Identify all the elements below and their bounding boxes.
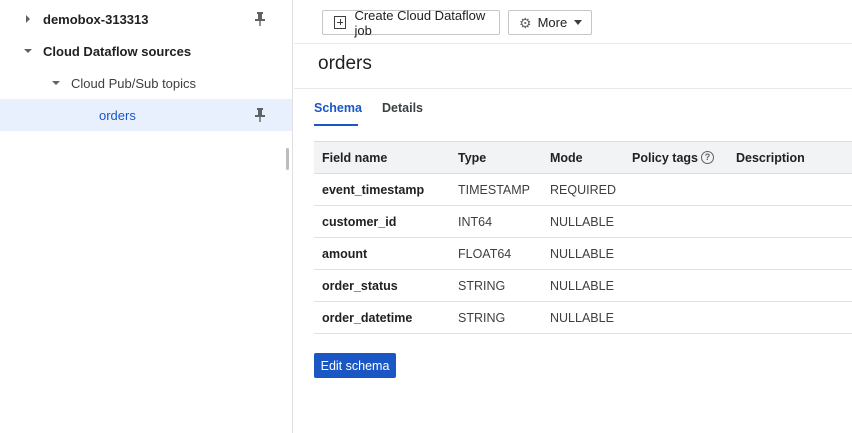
tree-item-dataflow-sources[interactable]: Cloud Dataflow sources: [0, 35, 292, 67]
toolbar: Create Cloud Dataflow job ⚙ More: [294, 0, 852, 44]
divider: [294, 88, 852, 89]
resource-tree-panel: demobox-313313 Cloud Dataflow sources Cl…: [0, 0, 293, 433]
tree-item-label: Cloud Dataflow sources: [43, 43, 192, 59]
column-header-policy-tags: Policy tags ?: [632, 142, 714, 173]
tree-item-orders[interactable]: orders: [0, 99, 292, 131]
tree-item-label: demobox-313313: [43, 11, 149, 27]
table-row: event_timestamp TIMESTAMP REQUIRED: [314, 174, 852, 206]
field-name-cell: customer_id: [322, 214, 397, 229]
type-cell: INT64: [458, 214, 493, 229]
tab-label: Schema: [314, 101, 362, 115]
table-row: order_status STRING NULLABLE: [314, 270, 852, 302]
collapse-arrow-icon[interactable]: [52, 81, 60, 85]
gear-icon: ⚙: [519, 14, 532, 31]
collapse-arrow-icon[interactable]: [24, 49, 32, 53]
expand-arrow-icon[interactable]: [26, 15, 30, 23]
column-header-field-name: Field name: [322, 150, 388, 165]
mode-cell: NULLABLE: [550, 214, 614, 229]
panel-resize-handle[interactable]: [286, 148, 289, 170]
tree-item-pubsub-topics[interactable]: Cloud Pub/Sub topics: [0, 67, 292, 99]
mode-cell: REQUIRED: [550, 182, 616, 197]
tree-item-label: orders: [99, 107, 136, 123]
field-name-cell: order_datetime: [322, 310, 413, 325]
tree-item-project[interactable]: demobox-313313: [0, 3, 292, 35]
type-cell: STRING: [458, 310, 506, 325]
field-name-cell: amount: [322, 246, 368, 261]
create-dataflow-job-label: Create Cloud Dataflow job: [354, 7, 486, 38]
mode-cell: NULLABLE: [550, 278, 614, 293]
table-row: amount FLOAT64 NULLABLE: [314, 238, 852, 270]
type-cell: TIMESTAMP: [458, 182, 530, 197]
main-content: Create Cloud Dataflow job ⚙ More orders …: [294, 0, 852, 433]
tab-schema[interactable]: Schema: [314, 101, 362, 129]
tab-label: Details: [382, 101, 423, 115]
table-row: customer_id INT64 NULLABLE: [314, 206, 852, 238]
column-header-description: Description: [736, 150, 805, 165]
type-cell: FLOAT64: [458, 246, 512, 261]
tree-item-label: Cloud Pub/Sub topics: [71, 75, 197, 91]
page-title: orders: [318, 53, 372, 74]
column-header-mode: Mode: [550, 150, 583, 165]
field-name-cell: event_timestamp: [322, 182, 425, 197]
tab-details[interactable]: Details: [382, 101, 423, 129]
field-name-cell: order_status: [322, 278, 398, 293]
pin-icon[interactable]: [254, 12, 266, 26]
mode-cell: NULLABLE: [550, 246, 614, 261]
table-header-row: Field name Type Mode Policy tags ? Descr…: [314, 141, 852, 174]
mode-cell: NULLABLE: [550, 310, 614, 325]
add-box-icon: [334, 16, 347, 29]
more-menu-button[interactable]: ⚙ More: [508, 10, 592, 35]
active-tab-indicator: [314, 124, 358, 126]
column-header-policy-tags-label: Policy tags: [632, 150, 698, 165]
edit-schema-button[interactable]: Edit schema: [314, 353, 396, 378]
chevron-down-icon: [574, 20, 583, 25]
column-header-type: Type: [458, 150, 487, 165]
pin-icon[interactable]: [254, 108, 266, 122]
help-icon[interactable]: ?: [701, 151, 714, 164]
create-dataflow-job-button[interactable]: Create Cloud Dataflow job: [322, 7, 500, 38]
table-row: order_datetime STRING NULLABLE: [314, 302, 852, 334]
type-cell: STRING: [458, 278, 506, 293]
more-label: More: [537, 15, 568, 30]
